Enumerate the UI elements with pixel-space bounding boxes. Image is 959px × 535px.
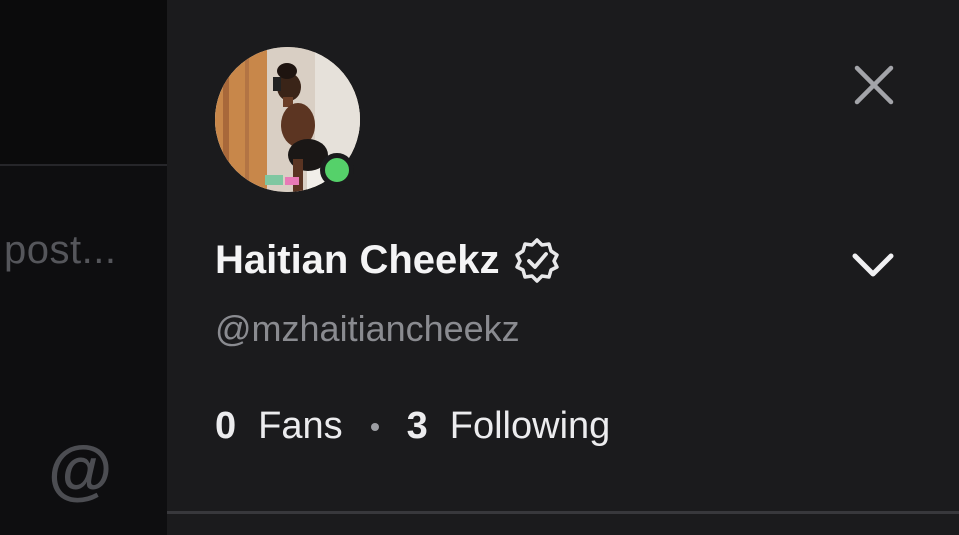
following-label[interactable]: Following bbox=[450, 405, 611, 448]
expand-profile-button[interactable] bbox=[849, 242, 897, 290]
stats-separator bbox=[370, 422, 379, 431]
verified-badge-icon bbox=[514, 237, 560, 283]
online-status-indicator bbox=[320, 153, 354, 187]
fans-count[interactable]: 0 bbox=[215, 405, 236, 448]
close-icon bbox=[854, 65, 894, 105]
profile-drawer: Haitian Cheekz @mzhaitiancheekz 0 Fans 3… bbox=[167, 0, 959, 535]
following-count[interactable]: 3 bbox=[407, 405, 428, 448]
display-name: Haitian Cheekz bbox=[215, 237, 500, 282]
close-button[interactable] bbox=[847, 58, 901, 112]
profile-stats: 0 Fans 3 Following bbox=[215, 405, 610, 448]
drawer-divider bbox=[167, 511, 959, 514]
chevron-down-icon bbox=[852, 253, 894, 277]
post-placeholder-text[interactable]: post... bbox=[4, 228, 116, 273]
background-panel: post... @ bbox=[0, 0, 167, 535]
mention-icon[interactable]: @ bbox=[48, 436, 112, 502]
background-header bbox=[0, 0, 167, 164]
fans-label[interactable]: Fans bbox=[258, 405, 342, 448]
username-handle[interactable]: @mzhaitiancheekz bbox=[215, 308, 520, 350]
app-screen: post... @ Haitian Cheekz @mzhaitiancheek… bbox=[0, 0, 959, 535]
avatar-container[interactable] bbox=[215, 47, 360, 192]
display-name-row: Haitian Cheekz bbox=[215, 232, 560, 288]
background-divider bbox=[0, 164, 167, 166]
